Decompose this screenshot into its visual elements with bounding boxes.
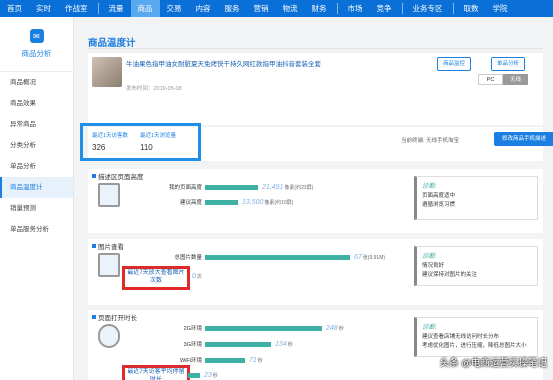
document-icon	[98, 183, 120, 207]
nav-item-realtime[interactable]: 实时	[29, 0, 58, 17]
nav-item-product[interactable]: 商品	[130, 0, 160, 17]
sidebar-item-effect[interactable]: 商品效果	[0, 93, 73, 114]
clock-icon	[98, 324, 120, 348]
bar	[205, 341, 271, 347]
bar	[205, 184, 258, 190]
stats-highlight-box	[80, 123, 201, 161]
nav-divider	[336, 3, 338, 14]
single-analysis-button[interactable]: 单品分析	[491, 57, 526, 71]
nav-item-competition[interactable]: 竞争	[370, 0, 399, 17]
nav-item-logistics[interactable]: 物流	[276, 0, 305, 17]
section-title: 描述区页面高度	[92, 171, 144, 181]
image-icon	[98, 253, 120, 277]
nav-item-service[interactable]: 服务	[218, 0, 247, 17]
diagnosis-box: 诊断: 建议查看店铺无线访问时长分布 考虑优化图片，进行压缩，降低总图片大小	[414, 317, 538, 357]
bar	[188, 372, 200, 378]
section-images: 图片查看 总图片数量 67 张(9.91M) 最近7天放大查看图片次数 0 次 …	[88, 239, 543, 305]
product-thumbnail[interactable]	[92, 57, 122, 87]
bar	[205, 254, 350, 260]
tab-wireless[interactable]: 无线	[503, 74, 528, 85]
nav-item-data-fetch[interactable]: 取数	[457, 0, 486, 17]
sidebar-item-single[interactable]: 单品分析	[0, 156, 73, 177]
sidebar-item-thermometer[interactable]: 商品温度计	[0, 177, 73, 198]
section-title: 页面打开时长	[92, 312, 137, 322]
main-content: 商品温度计 牛油果色指甲油女耐脏夏天免烤快干持久网红款指甲油抖音套装全套 发布时…	[74, 17, 553, 380]
bar	[205, 325, 322, 331]
watermark: 头条 @电商运营实操笔记	[439, 358, 547, 369]
avg-stay-label: 最近7天访客平均停留时长	[127, 369, 185, 380]
sidebar-item-service-analysis[interactable]: 单品服务分析	[0, 219, 73, 240]
nav-item-traffic[interactable]: 流量	[102, 0, 131, 17]
terminal-toggle: PC 无线	[478, 74, 528, 85]
sidebar-header: ✉ 商品分析	[0, 17, 73, 72]
nav-item-home[interactable]: 首页	[0, 0, 29, 17]
nav-item-warroom[interactable]: 作战室	[58, 0, 95, 17]
sidebar-title: 商品分析	[21, 49, 52, 58]
row-2g: 2G环境 248 秒	[183, 324, 344, 333]
zoom-count-label: 最近7天放大查看图片次数	[127, 270, 185, 284]
monitor-button[interactable]: 商品监控	[437, 57, 472, 71]
zoom-count-value: 0 次	[192, 272, 202, 280]
avg-stay-value: 23 秒	[188, 370, 218, 380]
product-card: 牛油果色指甲油女耐脏夏天免烤快干持久网红款指甲油抖音套装全套 发布时间：2019…	[88, 53, 543, 125]
nav-item-finance[interactable]: 财务	[305, 0, 334, 17]
row-total-images: 总图片数量 67 张(9.91M)	[174, 253, 386, 262]
bar	[205, 199, 238, 205]
stats-row: 最近1天访客数 326 最近1天浏览量 110 当前终端: 无线手机淘宝 修改商…	[80, 123, 553, 161]
row-3g: 3G环境 134 秒	[183, 340, 293, 349]
product-publish-date: 发布时间：2019-05-08	[126, 86, 182, 92]
sidebar: ✉ 商品分析 商品概况 商品效果 异常商品 分类分析 单品分析 商品温度计 销量…	[0, 17, 74, 380]
nav-divider	[97, 3, 99, 14]
row-my-height: 我的页面高度 21,491 像素(约23屏)	[168, 183, 314, 192]
sidebar-item-overview[interactable]: 商品概况	[0, 72, 73, 93]
nav-item-content[interactable]: 内容	[189, 0, 218, 17]
sidebar-item-category[interactable]: 分类分析	[0, 135, 73, 156]
diagnosis-box: 诊断: 页面高度适中 遵循浏览习惯	[414, 176, 538, 220]
product-analysis-icon: ✉	[29, 29, 44, 43]
diagnosis-box: 诊断: 情况良好 建议保持对图片的关注	[414, 246, 538, 286]
section-load-time: 页面打开时长 2G环境 248 秒 3G环境 134 秒 WiFi环境 71 秒…	[88, 310, 543, 380]
nav-divider	[452, 3, 454, 14]
sidebar-item-forecast[interactable]: 销量预测	[0, 198, 73, 219]
tab-pc[interactable]: PC	[478, 74, 503, 85]
nav-item-academy[interactable]: 学院	[486, 0, 515, 17]
section-page-height: 描述区页面高度 我的页面高度 21,491 像素(约23屏) 建议高度 13,5…	[88, 169, 543, 233]
highlight-box: 最近7天放大查看图片次数	[122, 266, 190, 290]
row-suggested-height: 建议高度 13,500 像素(约10屏)	[179, 198, 294, 207]
top-nav: 首页 实时 作战室 流量 商品 交易 内容 服务 营销 物流 财务 市场 竞争 …	[0, 0, 553, 17]
title-divider	[88, 48, 543, 49]
current-terminal: 当前终端: 无线手机淘宝	[401, 138, 460, 144]
nav-item-business-zone[interactable]: 业务专区	[406, 0, 450, 17]
sidebar-item-abnormal[interactable]: 异常商品	[0, 114, 73, 135]
nav-item-marketing[interactable]: 营销	[247, 0, 276, 17]
edit-mobile-desc-button[interactable]: 修改商品手机描述	[494, 132, 553, 146]
row-wifi: WiFi环境 71 秒	[180, 356, 263, 365]
highlight-box: 最近7天访客平均停留时长	[122, 365, 190, 380]
nav-item-trade[interactable]: 交易	[160, 0, 189, 17]
section-title: 图片查看	[92, 241, 124, 251]
nav-item-market[interactable]: 市场	[341, 0, 370, 17]
page-title: 商品温度计	[88, 38, 136, 49]
bar	[205, 357, 245, 363]
product-name[interactable]: 牛油果色指甲油女耐脏夏天免烤快干持久网红款指甲油抖音套装全套	[126, 58, 321, 68]
nav-divider	[401, 3, 403, 14]
